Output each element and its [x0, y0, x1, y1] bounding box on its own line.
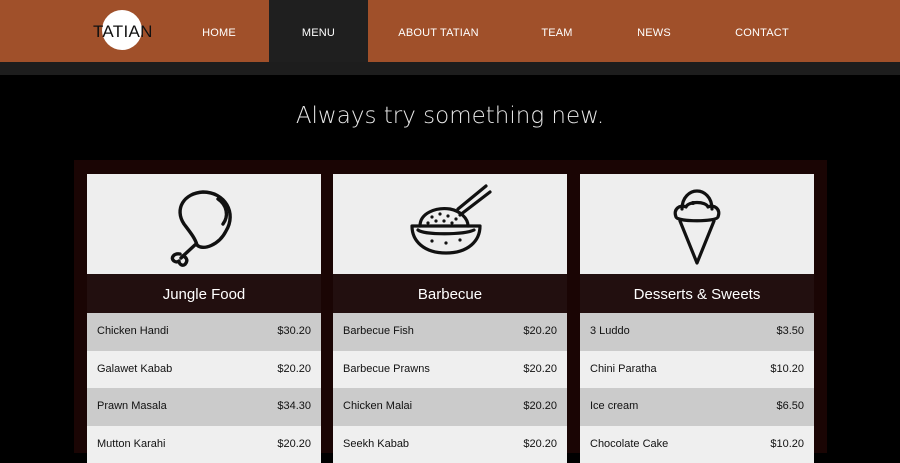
item-name: Chicken Handi	[97, 325, 169, 337]
item-name: Barbecue Fish	[343, 325, 414, 337]
nav-shadow-bar	[0, 62, 900, 75]
nav-item-menu[interactable]: MENU	[269, 0, 368, 62]
item-name: Seekh Kabab	[343, 438, 409, 450]
nav-item-about[interactable]: ABOUT TATIAN	[392, 0, 485, 62]
page-tagline: Always try something new.	[0, 103, 900, 129]
item-price: $10.20	[770, 438, 804, 450]
card-image	[333, 174, 567, 274]
item-price: $20.20	[523, 325, 557, 337]
item-name: Chini Paratha	[590, 363, 657, 375]
card-title: Jungle Food	[87, 274, 321, 313]
item-name: 3 Luddo	[590, 325, 630, 337]
item-price: $20.20	[523, 363, 557, 375]
item-price: $30.20	[277, 325, 311, 337]
item-name: Prawn Masala	[97, 400, 167, 412]
menu-item: Chicken Handi $30.20	[87, 313, 321, 351]
nav-item-news[interactable]: NEWS	[625, 0, 683, 62]
menu-card-desserts: Desserts & Sweets 3 Luddo $3.50 Chini Pa…	[580, 174, 814, 453]
card-image	[580, 174, 814, 274]
item-price: $20.20	[523, 438, 557, 450]
menu-item: Mutton Karahi $20.20	[87, 426, 321, 463]
menu-item: Barbecue Fish $20.20	[333, 313, 567, 351]
card-image	[87, 174, 321, 274]
item-price: $3.50	[776, 325, 804, 337]
item-name: Chocolate Cake	[590, 438, 668, 450]
menu-item: Galawet Kabab $20.20	[87, 351, 321, 389]
menu-item: Ice cream $6.50	[580, 388, 814, 426]
item-name: Ice cream	[590, 400, 638, 412]
item-price: $6.50	[776, 400, 804, 412]
menu-item: Prawn Masala $34.30	[87, 388, 321, 426]
menu-item: Chocolate Cake $10.20	[580, 426, 814, 463]
nav-item-team[interactable]: TEAM	[532, 0, 582, 62]
item-name: Galawet Kabab	[97, 363, 172, 375]
brand-name[interactable]: TATIAN	[93, 22, 153, 42]
item-price: $10.20	[770, 363, 804, 375]
chicken-leg-icon	[159, 179, 249, 269]
menu-item: 3 Luddo $3.50	[580, 313, 814, 351]
item-price: $20.20	[277, 363, 311, 375]
menu-item: Barbecue Prawns $20.20	[333, 351, 567, 389]
nav-item-contact[interactable]: CONTACT	[731, 0, 793, 62]
card-title: Barbecue	[333, 274, 567, 313]
rice-bowl-chopsticks-icon	[402, 179, 498, 269]
menu-card-barbecue: Barbecue Barbecue Fish $20.20 Barbecue P…	[333, 174, 567, 453]
menu-item: Seekh Kabab $20.20	[333, 426, 567, 463]
ice-cream-cone-icon	[662, 179, 732, 269]
item-name: Barbecue Prawns	[343, 363, 430, 375]
item-name: Chicken Malai	[343, 400, 412, 412]
item-name: Mutton Karahi	[97, 438, 165, 450]
card-title: Desserts & Sweets	[580, 274, 814, 313]
item-price: $20.20	[277, 438, 311, 450]
menu-item: Chicken Malai $20.20	[333, 388, 567, 426]
item-price: $20.20	[523, 400, 557, 412]
nav-item-home[interactable]: HOME	[182, 0, 256, 62]
menu-item: Chini Paratha $10.20	[580, 351, 814, 389]
menu-card-jungle-food: Jungle Food Chicken Handi $30.20 Galawet…	[87, 174, 321, 453]
item-price: $34.30	[277, 400, 311, 412]
